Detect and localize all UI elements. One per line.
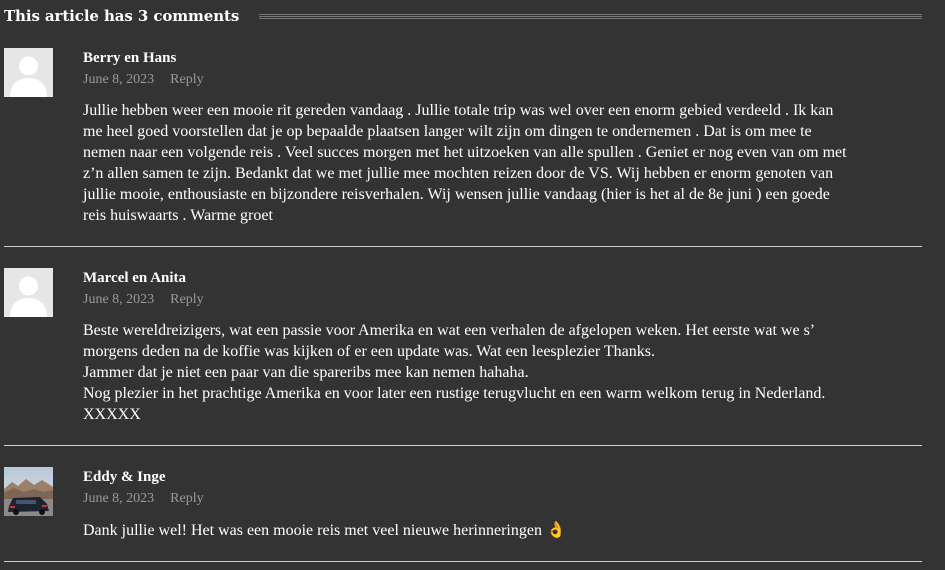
comment-line: Jullie hebben weer een mooie rit gereden… — [83, 102, 834, 119]
avatar-icon[interactable] — [4, 268, 53, 317]
comment-line: me heel goed voorstellen dat je op bepaa… — [83, 123, 812, 140]
comment-author[interactable]: Marcel en Anita — [83, 270, 186, 287]
comment-divider — [4, 246, 922, 247]
reply-link[interactable]: Reply — [170, 72, 203, 87]
reply-link[interactable]: Reply — [170, 292, 203, 307]
comments-title: This article has 3 comments — [4, 7, 240, 25]
header-dotted-rule — [259, 13, 922, 19]
comments-header: This article has 3 comments — [4, 5, 922, 27]
reply-link[interactable]: Reply — [170, 491, 203, 506]
comment-body: Beste wereldreizigers, wat een passie vo… — [83, 320, 923, 425]
photo-avatar-icon[interactable] — [4, 467, 53, 516]
comment-line: reis huiswaarts . Warme groet — [83, 207, 273, 224]
comment-meta: June 8, 2023 Reply — [83, 292, 204, 308]
comment-divider — [4, 561, 922, 562]
comment-date[interactable]: June 8, 2023 — [83, 292, 154, 307]
comment-date[interactable]: June 8, 2023 — [83, 72, 154, 87]
comments-section: This article has 3 comments Berry en Han… — [0, 0, 945, 570]
comment-line: Jammer dat je niet een paar van die spar… — [83, 364, 529, 381]
comment-line: Nog plezier in het prachtige Amerika en … — [83, 385, 826, 402]
comment-author[interactable]: Eddy & Inge — [83, 469, 166, 486]
comment-line: nemen naar een volgende reis . Veel succ… — [83, 144, 847, 161]
comment-meta: June 8, 2023 Reply — [83, 491, 204, 507]
comment-date[interactable]: June 8, 2023 — [83, 491, 154, 506]
comment-line: Dank jullie wel! Het was een mooie reis … — [83, 522, 566, 539]
avatar-icon[interactable] — [4, 48, 53, 97]
comment-line: morgens deden na de koffie was kijken of… — [83, 343, 655, 360]
comment-author[interactable]: Berry en Hans — [83, 50, 176, 67]
comment-line: z’n allen samen te zijn. Bedankt dat we … — [83, 165, 834, 182]
comment-divider — [4, 445, 922, 446]
comment-line: XXXXX — [83, 406, 141, 423]
comment-line: jullie mooie, enthousiaste en bijzondere… — [83, 186, 830, 203]
comment-line: Beste wereldreizigers, wat een passie vo… — [83, 322, 816, 339]
comment-body: Jullie hebben weer een mooie rit gereden… — [83, 100, 923, 226]
comment-meta: June 8, 2023 Reply — [83, 72, 204, 88]
comment-body: Dank jullie wel! Het was een mooie reis … — [83, 520, 923, 541]
